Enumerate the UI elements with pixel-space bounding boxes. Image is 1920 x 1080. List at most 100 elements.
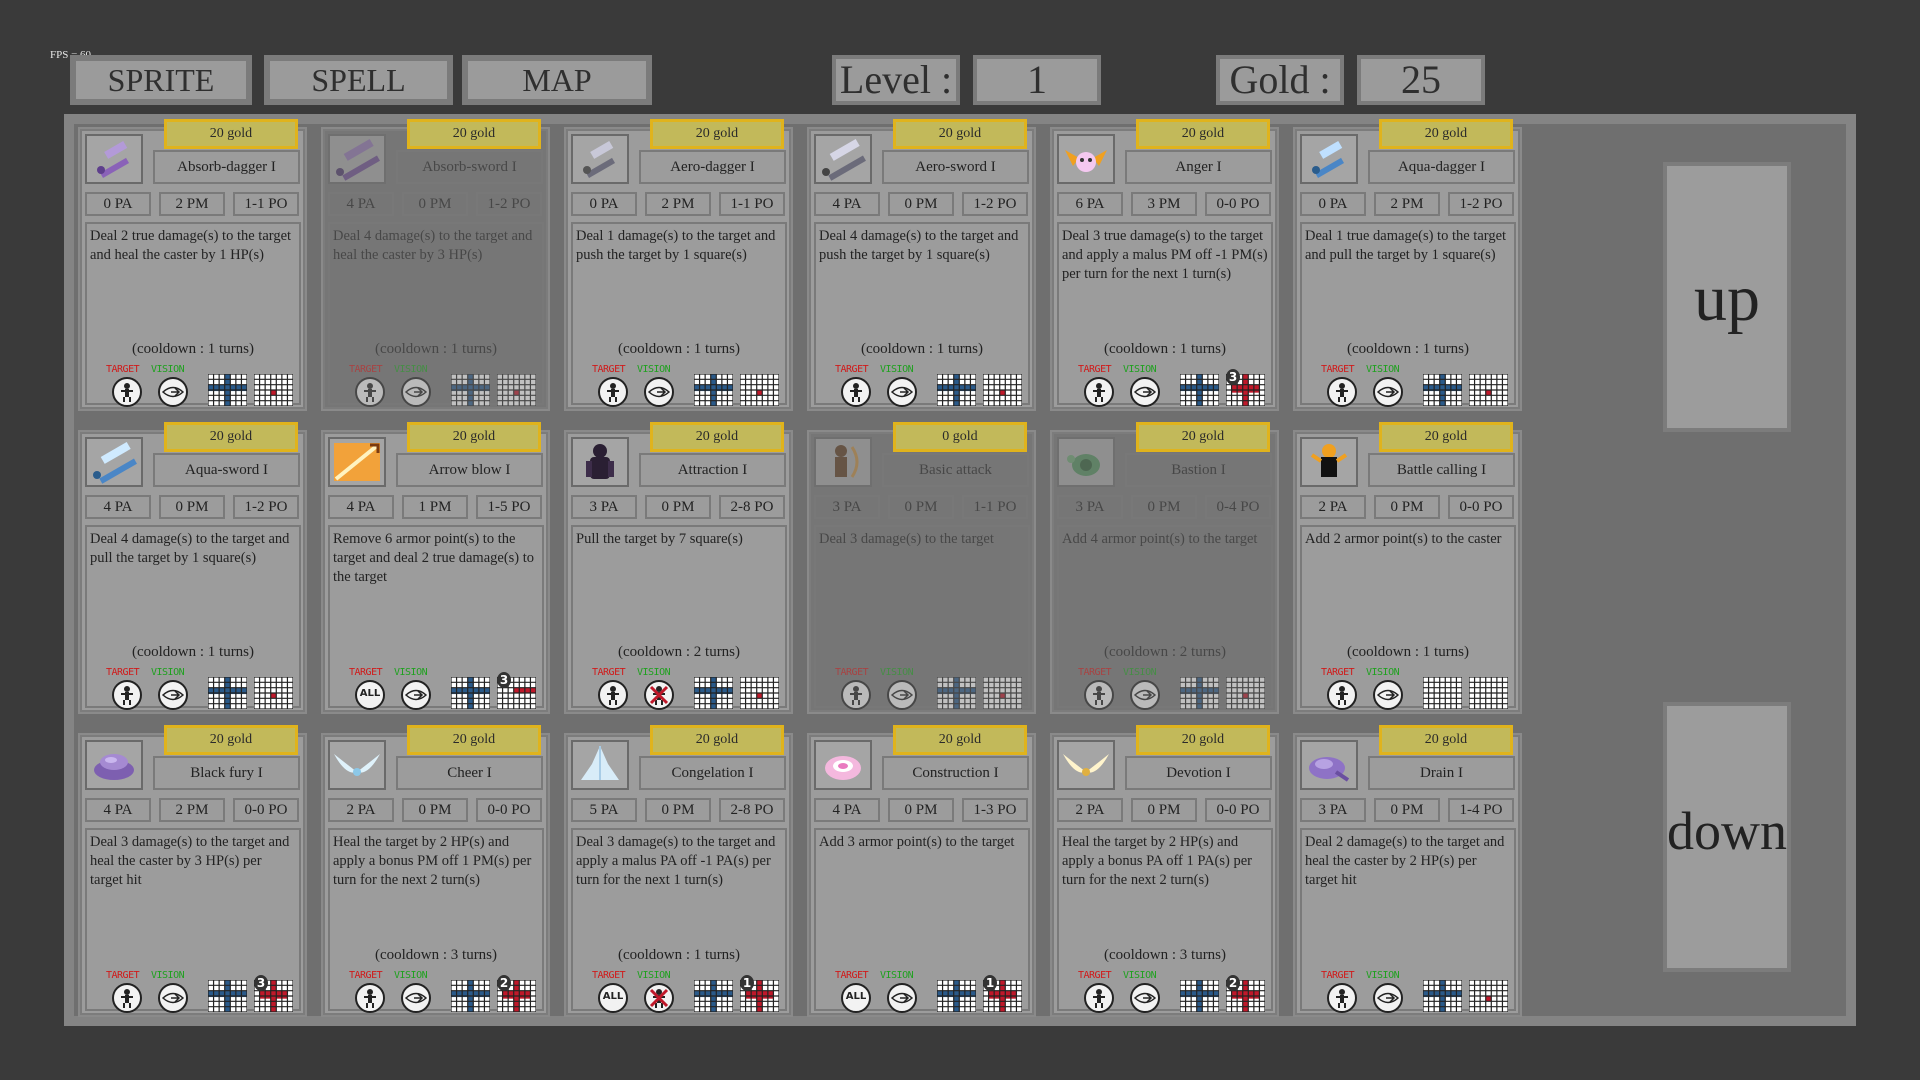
price-button[interactable]: 20 gold [164, 725, 298, 755]
price-button[interactable]: 20 gold [1136, 422, 1270, 452]
price-button[interactable]: 20 gold [650, 422, 784, 452]
target-label: TARGET [1321, 970, 1355, 981]
shadow-figure-icon [571, 437, 629, 487]
spell-card[interactable]: 20 gold Attraction I 3 PA 0 PM 2-8 PO Pu… [564, 422, 793, 714]
spell-card[interactable]: 20 gold Congelation I 5 PA 0 PM 2-8 PO D… [564, 725, 793, 1017]
price-button[interactable]: 20 gold [893, 725, 1027, 755]
area-size-badge: 3 [254, 975, 268, 991]
spell-card[interactable]: 0 gold Basic attack 3 PA 0 PM 1-1 PO Dea… [807, 422, 1036, 714]
pm-cost: 0 PM [888, 495, 954, 519]
pa-cost: 0 PA [85, 192, 151, 216]
area-size-badge: 2 [1226, 975, 1240, 991]
spell-card[interactable]: 20 gold Bastion I 3 PA 0 PM 0-4 PO Add 4… [1050, 422, 1279, 714]
price-button[interactable]: 20 gold [1136, 725, 1270, 755]
price-button[interactable]: 20 gold [1379, 119, 1513, 149]
price-button[interactable]: 20 gold [1379, 725, 1513, 755]
price-button[interactable]: 20 gold [650, 119, 784, 149]
spell-card[interactable]: 20 gold Devotion I 2 PA 0 PM 0-0 PO Heal… [1050, 725, 1279, 1017]
spell-card[interactable]: 20 gold Arrow blow I 4 PA 1 PM 1-5 PO Re… [321, 422, 550, 714]
vision-label: VISION [394, 364, 428, 375]
map-tab-button[interactable]: MAP [462, 55, 652, 105]
price-button[interactable]: 20 gold [893, 119, 1027, 149]
range-grid-icon [208, 980, 247, 1012]
spell-card[interactable]: 20 gold Black fury I 4 PA 2 PM 0-0 PO De… [78, 725, 307, 1017]
pm-cost: 0 PM [1131, 798, 1197, 822]
vision-label: VISION [637, 667, 671, 678]
scroll-down-button[interactable]: down [1663, 702, 1791, 972]
description-text: Add 3 armor point(s) to the target [819, 834, 1015, 850]
area-size-badge: 2 [497, 975, 511, 991]
vision-label: VISION [1123, 970, 1157, 981]
spell-card[interactable]: 20 gold Aero-dagger I 0 PA 2 PM 1-1 PO D… [564, 119, 793, 411]
gold-label: Gold : [1216, 55, 1344, 105]
range-grid-icon [694, 677, 733, 709]
vision-label: VISION [1123, 364, 1157, 375]
spell-card[interactable]: 20 gold Absorb-dagger I 0 PA 2 PM 1-1 PO… [78, 119, 307, 411]
po-range: 1-3 PO [962, 798, 1028, 822]
price-button[interactable]: 20 gold [650, 725, 784, 755]
price-button[interactable]: 0 gold [893, 422, 1027, 452]
gold-value: 25 [1357, 55, 1485, 105]
target-label: TARGET [592, 970, 626, 981]
spell-card[interactable]: 20 gold Aqua-sword I 4 PA 0 PM 1-2 PO De… [78, 422, 307, 714]
po-range: 1-1 PO [233, 192, 299, 216]
description-text: Add 2 armor point(s) to the caster [1305, 531, 1502, 547]
area-grid-icon [1469, 980, 1508, 1012]
target-label: TARGET [349, 364, 383, 375]
pa-cost: 5 PA [571, 798, 637, 822]
spell-tab-button[interactable]: SPELL [264, 55, 453, 105]
description-text: Deal 4 damage(s) to the target and pull … [90, 531, 290, 566]
spell-card[interactable]: 20 gold Aero-sword I 4 PA 0 PM 1-2 PO De… [807, 119, 1036, 411]
spell-name: Absorb-dagger I [153, 150, 300, 184]
sword-grey-icon [814, 134, 872, 184]
pm-cost: 2 PM [159, 192, 225, 216]
dagger-purple-icon [85, 134, 143, 184]
spell-card[interactable]: 20 gold Battle calling I 2 PA 0 PM 0-0 P… [1293, 422, 1522, 714]
no-vision-icon [644, 983, 674, 1013]
pink-swirl-icon [814, 740, 872, 790]
range-grid-icon [694, 374, 733, 406]
vision-eye-icon [887, 680, 917, 710]
spell-name: Basic attack [882, 453, 1029, 487]
price-button[interactable]: 20 gold [164, 119, 298, 149]
pm-cost: 0 PM [888, 798, 954, 822]
winged-skull-icon [1057, 134, 1115, 184]
pm-cost: 2 PM [645, 192, 711, 216]
scroll-up-button[interactable]: up [1663, 162, 1791, 432]
spell-name: Bastion I [1125, 453, 1272, 487]
cooldown-text: (cooldown : 1 turns) [617, 947, 741, 963]
pa-cost: 4 PA [814, 798, 880, 822]
vision-eye-icon [401, 680, 431, 710]
price-button[interactable]: 20 gold [407, 725, 541, 755]
sword-blue-icon [85, 437, 143, 487]
spell-card[interactable]: 20 gold Aqua-dagger I 0 PA 2 PM 1-2 PO D… [1293, 119, 1522, 411]
area-grid-icon [254, 374, 293, 406]
vision-label: VISION [1123, 667, 1157, 678]
price-button[interactable]: 20 gold [1136, 119, 1270, 149]
area-size-badge: 3 [497, 672, 511, 688]
price-button[interactable]: 20 gold [407, 119, 541, 149]
spell-card[interactable]: 20 gold Absorb-sword I 4 PA 0 PM 1-2 PO … [321, 119, 550, 411]
target-label: TARGET [106, 970, 140, 981]
po-range: 1-2 PO [1448, 192, 1514, 216]
sprite-tab-button[interactable]: SPRITE [70, 55, 252, 105]
spell-card[interactable]: 20 gold Cheer I 2 PA 0 PM 0-0 PO Heal th… [321, 725, 550, 1017]
pa-cost: 2 PA [1300, 495, 1366, 519]
spell-card[interactable]: 20 gold Drain I 3 PA 0 PM 1-4 PO Deal 2 … [1293, 725, 1522, 1017]
po-range: 1-4 PO [1448, 798, 1514, 822]
sword-purple-icon [328, 134, 386, 184]
vision-label: VISION [151, 364, 185, 375]
range-grid-icon [208, 677, 247, 709]
price-button[interactable]: 20 gold [407, 422, 541, 452]
spell-card[interactable]: 20 gold Construction I 4 PA 0 PM 1-3 PO … [807, 725, 1036, 1017]
pm-cost: 3 PM [1131, 192, 1197, 216]
price-button[interactable]: 20 gold [164, 422, 298, 452]
target-person-icon [598, 377, 628, 407]
description-text: Deal 4 damage(s) to the target and heal … [333, 228, 533, 263]
vision-label: VISION [880, 970, 914, 981]
range-grid-icon [451, 374, 490, 406]
price-button[interactable]: 20 gold [1379, 422, 1513, 452]
range-grid-icon [937, 374, 976, 406]
spell-card[interactable]: 20 gold Anger I 6 PA 3 PM 0-0 PO Deal 3 … [1050, 119, 1279, 411]
target-label: TARGET [1078, 970, 1112, 981]
